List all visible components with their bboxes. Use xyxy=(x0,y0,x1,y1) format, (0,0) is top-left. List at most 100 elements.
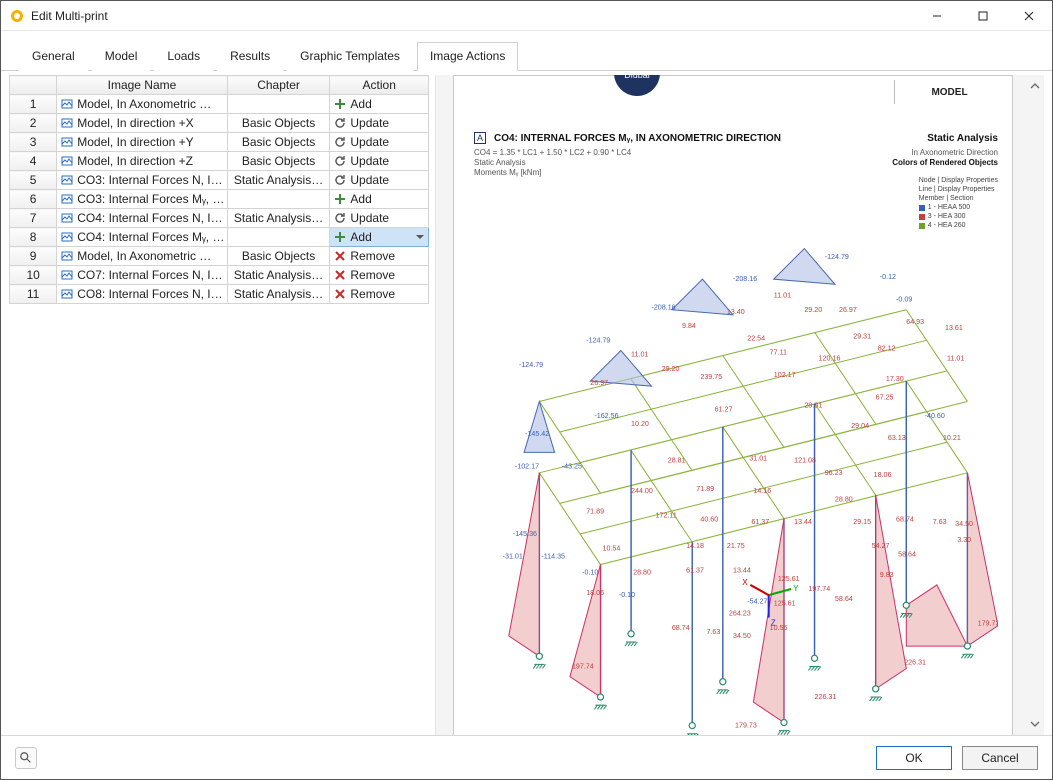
minimize-button[interactable] xyxy=(914,1,960,31)
image-name-cell[interactable]: Model, In Axonometric … xyxy=(57,95,227,114)
chapter-cell[interactable]: Basic Objects xyxy=(227,133,330,152)
chapter-cell[interactable]: Basic Objects xyxy=(227,247,330,266)
tab-general[interactable]: General xyxy=(19,42,88,71)
action-cell[interactable]: Remove xyxy=(330,285,429,304)
svg-text:10.21: 10.21 xyxy=(943,434,961,442)
svg-text:29.15: 29.15 xyxy=(853,518,871,526)
table-row[interactable]: 1Model, In Axonometric …Add xyxy=(10,95,429,114)
table-row[interactable]: 2Model, In direction +XBasic ObjectsUpda… xyxy=(10,114,429,133)
ok-button[interactable]: OK xyxy=(876,746,952,770)
tab-image-actions[interactable]: Image Actions xyxy=(417,42,518,71)
svg-text:21.75: 21.75 xyxy=(727,542,745,550)
structural-plot: Y X Z xyxy=(468,206,998,735)
svg-text:239.75: 239.75 xyxy=(700,373,722,381)
action-cell[interactable]: Add xyxy=(330,190,429,209)
svg-text:-145.42: -145.42 xyxy=(525,430,549,438)
svg-text:10.55: 10.55 xyxy=(770,624,788,632)
svg-text:22.54: 22.54 xyxy=(747,334,765,342)
preview-heading: CO4: INTERNAL FORCES Mᵧ, IN AXONOMETRIC … xyxy=(494,133,919,144)
action-cell[interactable]: Add xyxy=(330,95,429,114)
tab-strip: GeneralModelLoadsResultsGraphic Template… xyxy=(1,31,1052,71)
table-row[interactable]: 7CO4: Internal Forces N, I…Static Analys… xyxy=(10,209,429,228)
image-name-cell[interactable]: Model, In direction +X xyxy=(57,114,227,133)
image-name-cell[interactable]: CO7: Internal Forces N, I… xyxy=(57,266,227,285)
action-cell[interactable]: Update xyxy=(330,209,429,228)
tab-graphic-templates[interactable]: Graphic Templates xyxy=(287,42,413,71)
svg-text:28.80: 28.80 xyxy=(633,569,651,577)
scroll-down-icon[interactable] xyxy=(1028,717,1042,731)
scroll-up-icon[interactable] xyxy=(1028,79,1042,93)
cancel-button[interactable]: Cancel xyxy=(962,746,1038,770)
preview-heading-row: A CO4: INTERNAL FORCES Mᵧ, IN AXONOMETRI… xyxy=(474,132,998,144)
svg-text:40.60: 40.60 xyxy=(700,516,718,524)
table-row[interactable]: 6CO3: Internal Forces Mᵧ, …Add xyxy=(10,190,429,209)
chapter-cell[interactable]: Static Analysis… xyxy=(227,266,330,285)
row-number: 7 xyxy=(10,209,57,228)
chapter-cell[interactable]: Static Analysis… xyxy=(227,285,330,304)
close-button[interactable] xyxy=(1006,1,1052,31)
svg-text:-162.56: -162.56 xyxy=(594,412,618,420)
maximize-button[interactable] xyxy=(960,1,1006,31)
preview-page: Dlubal MODEL A CO4: INTERNAL FORCES Mᵧ, … xyxy=(453,75,1013,735)
chapter-cell[interactable] xyxy=(227,228,330,247)
vertical-scrollbar[interactable] xyxy=(1028,79,1042,731)
image-name-cell[interactable]: Model, In direction +Y xyxy=(57,133,227,152)
image-icon xyxy=(61,155,73,167)
help-button[interactable] xyxy=(15,747,37,769)
chapter-cell[interactable]: Basic Objects xyxy=(227,114,330,133)
table-row[interactable]: 11CO8: Internal Forces N, I…Static Analy… xyxy=(10,285,429,304)
svg-text:28.80: 28.80 xyxy=(835,495,853,503)
action-cell[interactable]: Remove xyxy=(330,266,429,285)
table-row[interactable]: 9Model, In Axonometric …Basic ObjectsRem… xyxy=(10,247,429,266)
svg-text:-31.01: -31.01 xyxy=(503,552,523,560)
action-cell[interactable]: Add xyxy=(330,228,429,247)
action-cell[interactable]: Update xyxy=(330,114,429,133)
image-name-cell[interactable]: Model, In direction +Z xyxy=(57,152,227,171)
svg-text:29.20: 29.20 xyxy=(662,365,680,373)
image-name-cell[interactable]: CO3: Internal Forces N, I… xyxy=(57,171,227,190)
svg-text:11.01: 11.01 xyxy=(947,355,964,363)
table-row[interactable]: 5CO3: Internal Forces N, I…Static Analys… xyxy=(10,171,429,190)
tab-loads[interactable]: Loads xyxy=(154,42,213,71)
svg-text:125.61: 125.61 xyxy=(774,599,796,607)
image-name-cell[interactable]: CO4: Internal Forces Mᵧ, … xyxy=(57,228,227,247)
svg-text:58.64: 58.64 xyxy=(898,550,916,558)
chapter-cell[interactable]: Static Analysis… xyxy=(227,209,330,228)
svg-text:71.89: 71.89 xyxy=(586,508,604,516)
tab-results[interactable]: Results xyxy=(217,42,283,71)
svg-text:67.25: 67.25 xyxy=(876,393,894,401)
action-cell[interactable]: Update xyxy=(330,133,429,152)
action-cell[interactable]: Update xyxy=(330,171,429,190)
svg-text:-0.10: -0.10 xyxy=(582,569,598,577)
svg-text:9.84: 9.84 xyxy=(682,322,696,330)
image-name-cell[interactable]: CO4: Internal Forces N, I… xyxy=(57,209,227,228)
svg-text:-124.79: -124.79 xyxy=(586,336,610,344)
titlebar: Edit Multi-print xyxy=(1,1,1052,31)
svg-text:13.44: 13.44 xyxy=(794,518,812,526)
tab-model[interactable]: Model xyxy=(92,42,151,71)
chapter-cell[interactable] xyxy=(227,190,330,209)
action-cell[interactable]: Update xyxy=(330,152,429,171)
svg-text:-124.79: -124.79 xyxy=(825,253,849,261)
svg-text:58.64: 58.64 xyxy=(835,595,853,603)
action-cell[interactable]: Remove xyxy=(330,247,429,266)
chapter-cell[interactable] xyxy=(227,95,330,114)
svg-text:-40.60: -40.60 xyxy=(925,412,945,420)
svg-text:-43.25: -43.25 xyxy=(562,463,582,471)
image-name-cell[interactable]: CO3: Internal Forces Mᵧ, … xyxy=(57,190,227,209)
chapter-cell[interactable]: Static Analysis… xyxy=(227,171,330,190)
chapter-cell[interactable]: Basic Objects xyxy=(227,152,330,171)
image-icon xyxy=(61,193,73,205)
table-row[interactable]: 4Model, In direction +ZBasic ObjectsUpda… xyxy=(10,152,429,171)
table-row[interactable]: 8CO4: Internal Forces Mᵧ, …Add xyxy=(10,228,429,247)
svg-text:28.81: 28.81 xyxy=(668,457,686,465)
svg-text:X: X xyxy=(742,578,748,587)
brand-logo: Dlubal xyxy=(614,75,660,96)
row-number: 4 xyxy=(10,152,57,171)
table-row[interactable]: 3Model, In direction +YBasic ObjectsUpda… xyxy=(10,133,429,152)
image-name-cell[interactable]: Model, In Axonometric … xyxy=(57,247,227,266)
svg-text:61.27: 61.27 xyxy=(715,406,733,414)
svg-text:-124.79: -124.79 xyxy=(519,361,543,369)
table-row[interactable]: 10CO7: Internal Forces N, I…Static Analy… xyxy=(10,266,429,285)
image-name-cell[interactable]: CO8: Internal Forces N, I… xyxy=(57,285,227,304)
